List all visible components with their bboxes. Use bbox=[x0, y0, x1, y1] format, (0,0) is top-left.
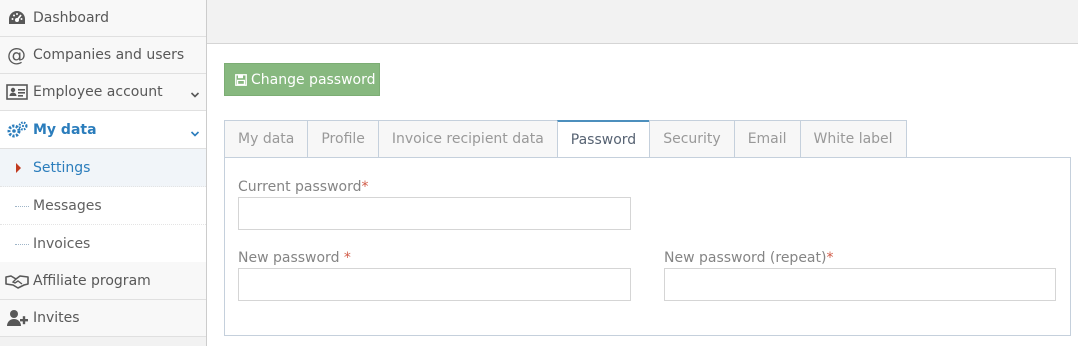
at-icon: @ bbox=[7, 44, 26, 66]
sidebar-item-my-data[interactable]: My data bbox=[0, 111, 206, 149]
tab-label: White label bbox=[813, 131, 893, 147]
chevron-down-icon bbox=[190, 126, 200, 142]
tab-label: Invoice recipient data bbox=[391, 131, 544, 147]
sidebar-subitem-messages[interactable]: Messages bbox=[0, 187, 206, 225]
caret-right-icon bbox=[16, 163, 21, 173]
tree-connector bbox=[15, 206, 29, 207]
sidebar-subitem-settings[interactable]: Settings bbox=[0, 149, 206, 187]
current-password-label: Current password* bbox=[238, 179, 369, 195]
user-plus-icon bbox=[0, 309, 33, 327]
tachometer-icon bbox=[0, 9, 33, 27]
sidebar-item-label: Employee account bbox=[33, 84, 163, 100]
required-mark: * bbox=[826, 250, 834, 266]
sidebar-item-affiliate-program[interactable]: Affiliate program bbox=[0, 262, 206, 300]
tab-label: Email bbox=[747, 131, 787, 147]
sidebar-item-label: Invites bbox=[33, 310, 80, 326]
tab-invoice-recipient-data[interactable]: Invoice recipient data bbox=[377, 120, 557, 158]
tree-connector bbox=[15, 244, 29, 245]
sidebar-item-employee-account[interactable]: Employee account bbox=[0, 74, 206, 111]
tab-password[interactable]: Password bbox=[556, 120, 650, 159]
sidebar-item-label: Affiliate program bbox=[33, 272, 151, 289]
tab-profile[interactable]: Profile bbox=[307, 120, 378, 158]
top-bar bbox=[207, 0, 1078, 44]
id-card-icon bbox=[0, 84, 33, 100]
sidebar: Dashboard @ Companies and users Employee… bbox=[0, 0, 207, 346]
new-password-repeat-input[interactable] bbox=[664, 268, 1056, 301]
tab-label: Security bbox=[663, 131, 721, 147]
tab-my-data[interactable]: My data bbox=[224, 120, 308, 158]
label-text: Current password bbox=[238, 179, 362, 195]
new-password-repeat-label: New password (repeat)* bbox=[664, 250, 833, 266]
sidebar-item-label: Companies and users bbox=[33, 47, 185, 63]
sidebar-item-label: My data bbox=[33, 121, 97, 138]
sidebar-item-dashboard[interactable]: Dashboard bbox=[0, 0, 206, 37]
gears-icon bbox=[0, 120, 33, 139]
tab-label: My data bbox=[238, 131, 295, 147]
chevron-down-icon bbox=[190, 87, 200, 103]
new-password-input[interactable] bbox=[238, 268, 631, 301]
sidebar-item-companies-and-users[interactable]: @ Companies and users bbox=[0, 37, 206, 74]
tab-label: Profile bbox=[321, 131, 365, 147]
required-mark: * bbox=[343, 250, 351, 266]
floppy-disk-icon bbox=[235, 73, 247, 86]
current-password-input[interactable] bbox=[238, 197, 631, 230]
change-password-label: Change password bbox=[251, 71, 376, 88]
sidebar-subitem-label: Messages bbox=[33, 197, 102, 214]
label-text: New password (repeat) bbox=[664, 250, 827, 266]
password-panel: Current password* New password * New pas… bbox=[224, 157, 1071, 336]
label-text: New password bbox=[238, 250, 344, 266]
tab-security[interactable]: Security bbox=[649, 120, 734, 158]
tab-label: Password bbox=[570, 132, 637, 148]
handshake-icon bbox=[0, 273, 33, 289]
new-password-label: New password * bbox=[238, 250, 351, 266]
tab-email[interactable]: Email bbox=[733, 120, 800, 158]
sidebar-item-invites[interactable]: Invites bbox=[0, 300, 206, 337]
sidebar-subitem-invoices[interactable]: Invoices bbox=[0, 225, 206, 263]
tab-white-label[interactable]: White label bbox=[799, 120, 907, 158]
settings-tabs: My data Profile Invoice recipient data P… bbox=[224, 120, 907, 159]
required-mark: * bbox=[361, 179, 369, 195]
sidebar-item-label: Dashboard bbox=[33, 10, 109, 26]
sidebar-subitem-label: Settings bbox=[33, 159, 91, 176]
sidebar-subitem-label: Invoices bbox=[33, 235, 91, 252]
change-password-button[interactable]: Change password bbox=[224, 63, 380, 96]
